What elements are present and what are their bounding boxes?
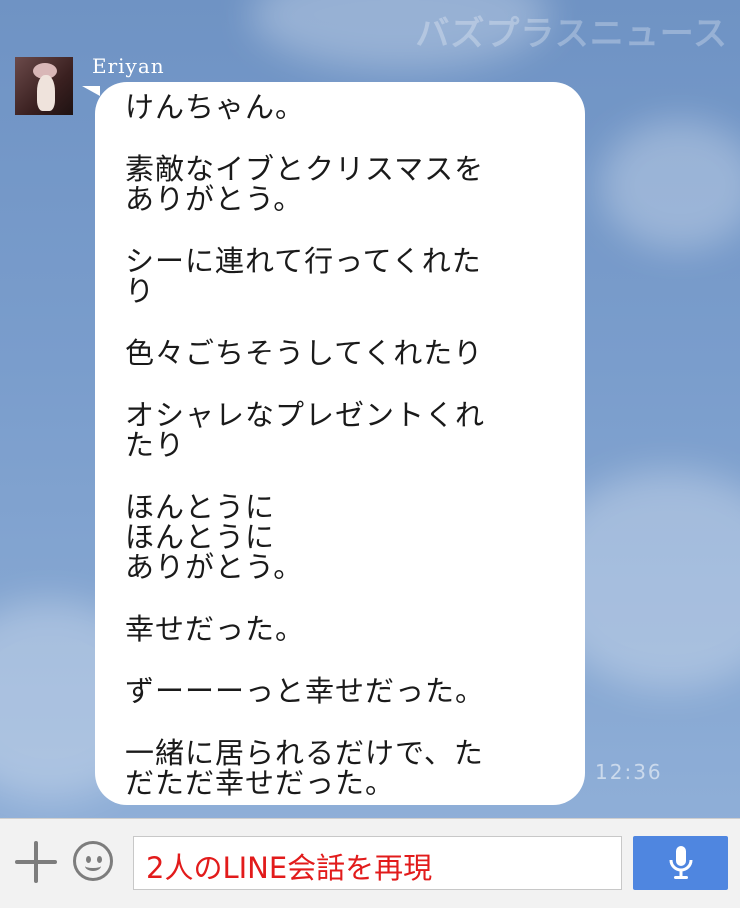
message-line: ありがとう。	[125, 182, 304, 216]
message-line: 幸せだった。	[125, 612, 306, 646]
chat-area[interactable]: バズプラスニュース Eriyan けんちゃん。素敵なイブとクリスマスを ありがとう…	[0, 0, 740, 818]
message-text: けんちゃん。 素敵なイブとクリスマスを ありがとう。 シーに連れて行ってくれたり色々ご…	[125, 92, 565, 798]
message-line: けんちゃん。	[125, 90, 306, 124]
message-line: ありがとう。	[125, 550, 304, 584]
message-line: 色々ごちそうしてくれたり	[125, 336, 484, 370]
message-line: シーに連れて行ってくれた	[125, 244, 482, 278]
message-input-text: 2人のLINE会話を再現	[146, 851, 433, 885]
message-line: 一緒に居られるだけで、た	[125, 736, 484, 770]
message-line: ずーーーっと幸せだった。	[125, 674, 486, 708]
message-line: たり	[125, 428, 186, 462]
input-bar: 2人のLINE会話を再現	[0, 818, 740, 908]
message-time: 12:36	[595, 760, 663, 784]
message-line: ほんとうに	[125, 520, 276, 554]
watermark: バズプラスニュース	[415, 14, 728, 54]
avatar[interactable]	[15, 57, 73, 115]
plus-icon[interactable]	[15, 841, 57, 883]
message-line: 素敵なイブとクリスマスを	[125, 152, 485, 186]
sender-name: Eriyan	[92, 54, 165, 78]
microphone-icon	[669, 846, 693, 879]
message-bubble[interactable]: けんちゃん。 素敵なイブとクリスマスを ありがとう。 シーに連れて行ってくれたり色々ご…	[95, 82, 585, 805]
smiley-icon[interactable]	[73, 841, 113, 881]
message-line: り	[125, 274, 156, 308]
message-line: オシャレなプレゼントくれ	[125, 398, 486, 432]
message-input[interactable]: 2人のLINE会話を再現	[133, 836, 622, 890]
message-line: ほんとうに	[125, 490, 276, 524]
microphone-button[interactable]	[633, 836, 728, 890]
bubble-tail	[82, 86, 100, 96]
message-line: だただ幸せだった。	[125, 766, 396, 800]
